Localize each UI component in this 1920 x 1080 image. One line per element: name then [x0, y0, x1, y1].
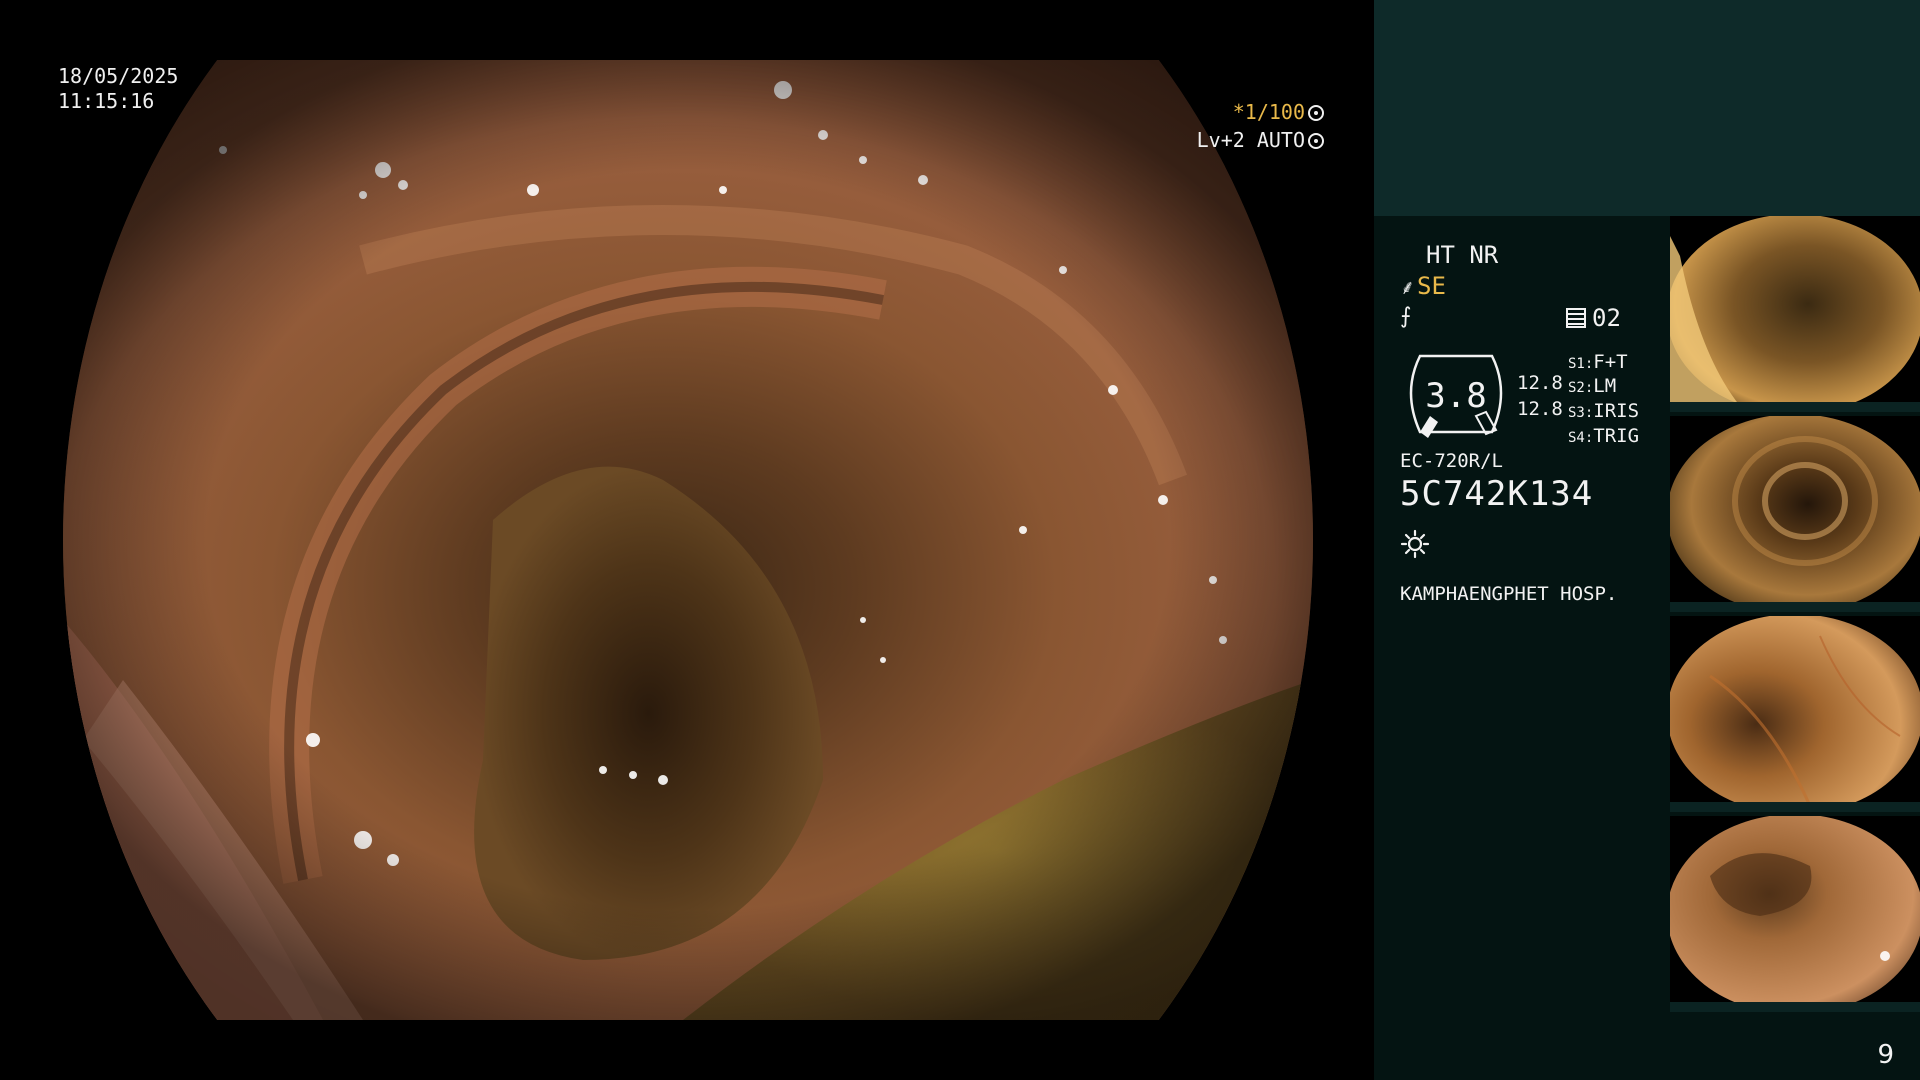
- gauge-bottom-value: 12.8: [1517, 398, 1563, 420]
- setting-s1: S1:F+T: [1568, 350, 1628, 376]
- time-readout: 11:15:16: [58, 89, 155, 113]
- scope-serial: 5C742K134: [1400, 474, 1594, 514]
- brightness-level-readout: Lv+2 AUTO: [1197, 128, 1324, 152]
- setting-s4: S4:TRIG: [1568, 424, 1639, 450]
- setting-key: S2:: [1568, 380, 1594, 396]
- captured-image-thumbnails: [1670, 216, 1920, 1016]
- thumbnail-image: [1670, 216, 1920, 412]
- procedure-info-column: HT NR ⸙SE ⨍ 02 3.8 12.8 12.8 S1:F+T S2:L…: [1374, 216, 1670, 1080]
- shutter-readout: *1/100: [1233, 100, 1324, 124]
- setting-s3: S3:IRIS: [1568, 399, 1639, 425]
- page-number: 9: [1877, 1040, 1894, 1070]
- setting-value: IRIS: [1593, 400, 1640, 422]
- thumbnail-image: [1670, 616, 1920, 812]
- info-side-panel: HT NR ⸙SE ⨍ 02 3.8 12.8 12.8 S1:F+T S2:L…: [1374, 0, 1920, 1080]
- memory-count: 02: [1592, 304, 1621, 332]
- ht-nr-label: HT NR: [1426, 241, 1499, 269]
- date-readout: 18/05/2025: [58, 64, 179, 88]
- level-value: Lv+2 AUTO: [1196, 128, 1305, 152]
- scale-value: 3.8: [1425, 376, 1487, 416]
- main-endoscopic-view: 18/05/2025 11:15:16 *1/100 Lv+2 AUTO: [0, 0, 1374, 1080]
- setting-value: F+T: [1593, 351, 1628, 373]
- hospital-name: KAMPHAENGPHET HOSP.: [1400, 583, 1618, 605]
- shutter-value: *1/100: [1232, 100, 1305, 124]
- se-label: SE: [1417, 272, 1446, 300]
- setting-value: TRIG: [1593, 425, 1640, 447]
- thumbnail-image: [1670, 416, 1920, 612]
- thumbnail-1[interactable]: [1670, 216, 1920, 412]
- setting-key: S3:: [1568, 405, 1594, 421]
- iris-icon: [1308, 133, 1324, 149]
- aperture-icon: [1308, 105, 1324, 121]
- setting-key: S1:: [1568, 356, 1594, 372]
- gauge-top-value: 12.8: [1517, 372, 1563, 394]
- thumbnail-image: [1670, 816, 1920, 1012]
- memory-counter: 02: [1566, 304, 1621, 332]
- thumbnail-4[interactable]: [1670, 816, 1920, 1012]
- endoscopy-screen: 18/05/2025 11:15:16 *1/100 Lv+2 AUTO HT …: [0, 0, 1920, 1080]
- structure-enhancement-row: ⸙SE: [1400, 272, 1446, 300]
- memo-icon: [1566, 308, 1586, 328]
- setting-key: S4:: [1568, 430, 1594, 446]
- enhancement-icon: ⸙: [1400, 275, 1415, 299]
- thumbnail-2[interactable]: [1670, 416, 1920, 612]
- endoscopic-image: [63, 60, 1313, 1020]
- light-icon: [1400, 529, 1430, 559]
- scope-model: EC-720R/L: [1400, 450, 1503, 472]
- setting-s2: S2:LM: [1568, 374, 1616, 400]
- setting-value: LM: [1593, 375, 1617, 397]
- color-enhancement-icon: ⨍: [1400, 304, 1412, 329]
- thumbnail-3[interactable]: [1670, 616, 1920, 812]
- panel-header-block: [1374, 0, 1920, 216]
- colon-lumen-image: [63, 60, 1313, 1020]
